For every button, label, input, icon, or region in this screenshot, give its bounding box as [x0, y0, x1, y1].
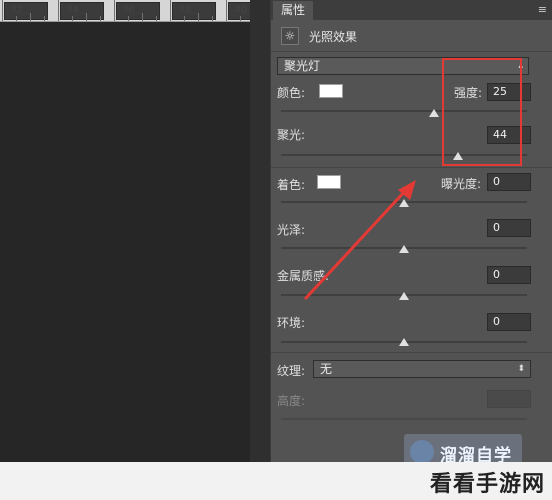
ruler-tick [226, 0, 227, 21]
ruler-tick [212, 16, 213, 21]
ruler-tick [44, 16, 45, 21]
ruler-tick [170, 0, 171, 21]
ruler-tick [72, 16, 73, 21]
highlight-box [442, 58, 522, 166]
section-divider [271, 352, 552, 353]
ruler-tick [240, 16, 241, 21]
ruler-tick [2, 0, 3, 21]
ruler-tick [114, 0, 115, 21]
select-arrows-icon: ⬍ [517, 364, 525, 374]
intensity-slider-thumb[interactable] [429, 109, 439, 117]
section-divider [271, 167, 552, 168]
ruler-number: 38 [172, 2, 216, 20]
ruler-tick [86, 13, 87, 21]
panel-title: 光照效果 [309, 30, 358, 44]
ruler-number: 34 [60, 2, 104, 20]
texture-value: 无 [320, 362, 333, 376]
ruler-tick [16, 16, 17, 21]
ambience-label: 环境: [277, 316, 306, 330]
tab-properties[interactable]: 属性 [273, 1, 314, 20]
ruler-tick [142, 13, 143, 21]
ruler-tick [156, 16, 157, 21]
ruler-tick [58, 0, 59, 21]
ruler-number: 32 [4, 2, 48, 20]
panel-tab-bar: 属性 ≡ [271, 0, 552, 20]
ambience-input[interactable]: 0 [487, 313, 531, 331]
light-type-value: 聚光灯 [284, 59, 321, 73]
ruler-tick [128, 16, 129, 21]
ruler-number: 36 [116, 2, 160, 20]
horizontal-ruler: 32 34 36 38 40 [0, 0, 272, 22]
gloss-input[interactable]: 0 [487, 219, 531, 237]
panel-menu-icon[interactable]: ≡ [538, 3, 547, 16]
exposure-label: 曝光度: [441, 177, 482, 191]
height-label: 高度: [277, 394, 306, 408]
color-label: 颜色: [277, 86, 306, 100]
play-logo-icon [410, 440, 434, 464]
ruler-tick [30, 13, 31, 21]
hotspot-label: 聚光: [277, 128, 306, 142]
ambience-slider-thumb[interactable] [399, 338, 409, 346]
panel-gutter [250, 0, 270, 500]
site-watermark: 看看手游网 [430, 472, 546, 497]
annotation-arrow [304, 180, 416, 300]
height-slider [281, 418, 527, 420]
light-color-swatch[interactable] [319, 84, 343, 98]
height-input [487, 390, 531, 408]
lightbulb-icon: ☼ [281, 27, 299, 45]
exposure-input[interactable]: 0 [487, 173, 531, 191]
ruler-tick [184, 16, 185, 21]
texture-select[interactable]: 无 ⬍ [313, 360, 531, 378]
metallic-input[interactable]: 0 [487, 266, 531, 284]
texture-label: 纹理: [277, 364, 306, 378]
panel-header: ☼ 光照效果 [271, 20, 552, 52]
ruler-tick [198, 13, 199, 21]
document-canvas[interactable]: 32 34 36 38 40 [0, 0, 272, 500]
ruler-tick [100, 16, 101, 21]
